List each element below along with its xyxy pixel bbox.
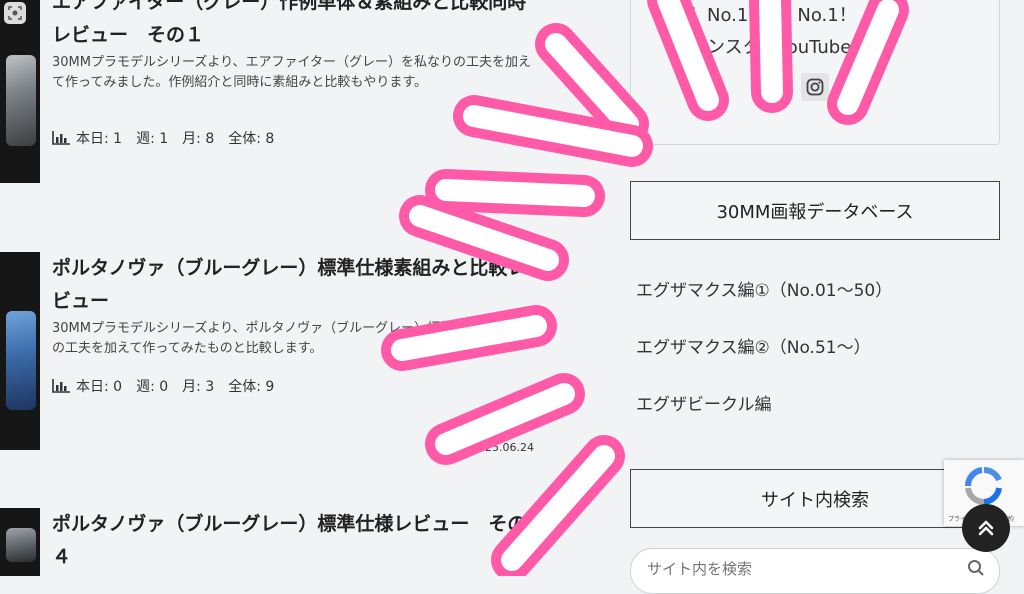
article-date: 2025.06.24 <box>458 186 534 199</box>
profile-text-line: 、インスタ、YouTubeも↓ <box>671 37 885 58</box>
article-view-stats: 本日: 0 週: 0 月: 3 全体: 9 <box>52 376 274 396</box>
back-to-top-button[interactable] <box>962 504 1010 552</box>
article-card: エアファイター（グレー）作例単体＆素組みと比較同時レビュー その１ 30MMプラ… <box>0 0 560 199</box>
model-figure <box>6 311 36 411</box>
article-card: ポルタノヴァ（ブルーグレー）標準仕様レビュー その４ <box>0 508 560 576</box>
bar-chart-icon <box>52 379 70 393</box>
article-excerpt: 30MMプラモデルシリーズより、ポルタノヴァ（ブルーグレー）標準仕様を私なりの工… <box>52 321 532 356</box>
stats-text: 本日: 1 週: 1 月: 8 全体: 8 <box>76 131 275 147</box>
profile-text-line: ん！No.1MM，No.1！ <box>671 5 857 26</box>
clock-icon <box>458 442 468 453</box>
recaptcha-icon <box>964 466 1002 506</box>
article-list: エアファイター（グレー）作例単体＆素組みと比較同時レビュー その１ 30MMプラ… <box>0 0 560 576</box>
article-title[interactable]: ポルタノヴァ（ブルーグレー）標準仕様素組みと比較レビュー <box>52 252 542 318</box>
date-text: 2025.06.24 <box>471 441 534 454</box>
article-thumbnail[interactable] <box>0 0 40 183</box>
stats-text: 本日: 0 週: 0 月: 3 全体: 9 <box>76 379 275 395</box>
profile-card: ん！No.1MM，No.1！ 、インスタ、YouTubeも↓ <box>630 0 1000 145</box>
database-link[interactable]: エグザビークル編 <box>636 390 772 415</box>
article-title[interactable]: ポルタノヴァ（ブルーグレー）標準仕様レビュー その４ <box>52 508 542 574</box>
model-figure <box>6 528 36 563</box>
article-view-stats: 本日: 1 週: 1 月: 8 全体: 8 <box>52 128 274 148</box>
article-card: ポルタノヴァ（ブルーグレー）標準仕様素組みと比較レビュー 30MMプラモデルシリ… <box>0 252 560 454</box>
model-figure <box>6 54 36 147</box>
database-widget-title: 30MM画報データベース <box>630 181 1000 240</box>
search-box <box>630 548 1000 594</box>
date-text: 2025.06.24 <box>471 186 534 199</box>
search-input[interactable] <box>645 559 949 579</box>
database-link[interactable]: エグザマクス編②（No.51〜） <box>636 333 871 358</box>
article-title[interactable]: エアファイター（グレー）作例単体＆素組みと比較同時レビュー その１ <box>52 0 542 52</box>
search-icon[interactable] <box>967 559 985 577</box>
database-link[interactable]: エグザマクス編①（No.01〜50） <box>636 276 892 301</box>
article-thumbnail[interactable] <box>0 508 40 576</box>
instagram-icon[interactable] <box>801 73 829 101</box>
article-date: 2025.06.24 <box>458 441 534 454</box>
clock-icon <box>458 187 468 198</box>
article-thumbnail[interactable] <box>0 252 40 450</box>
double-chevron-up-icon <box>978 520 994 536</box>
article-excerpt: 30MMプラモデルシリーズより、エアファイター（グレー）を私なりの工夫を加えて作… <box>52 55 532 90</box>
camera-scan-icon[interactable] <box>4 2 26 24</box>
bar-chart-icon <box>52 131 70 145</box>
